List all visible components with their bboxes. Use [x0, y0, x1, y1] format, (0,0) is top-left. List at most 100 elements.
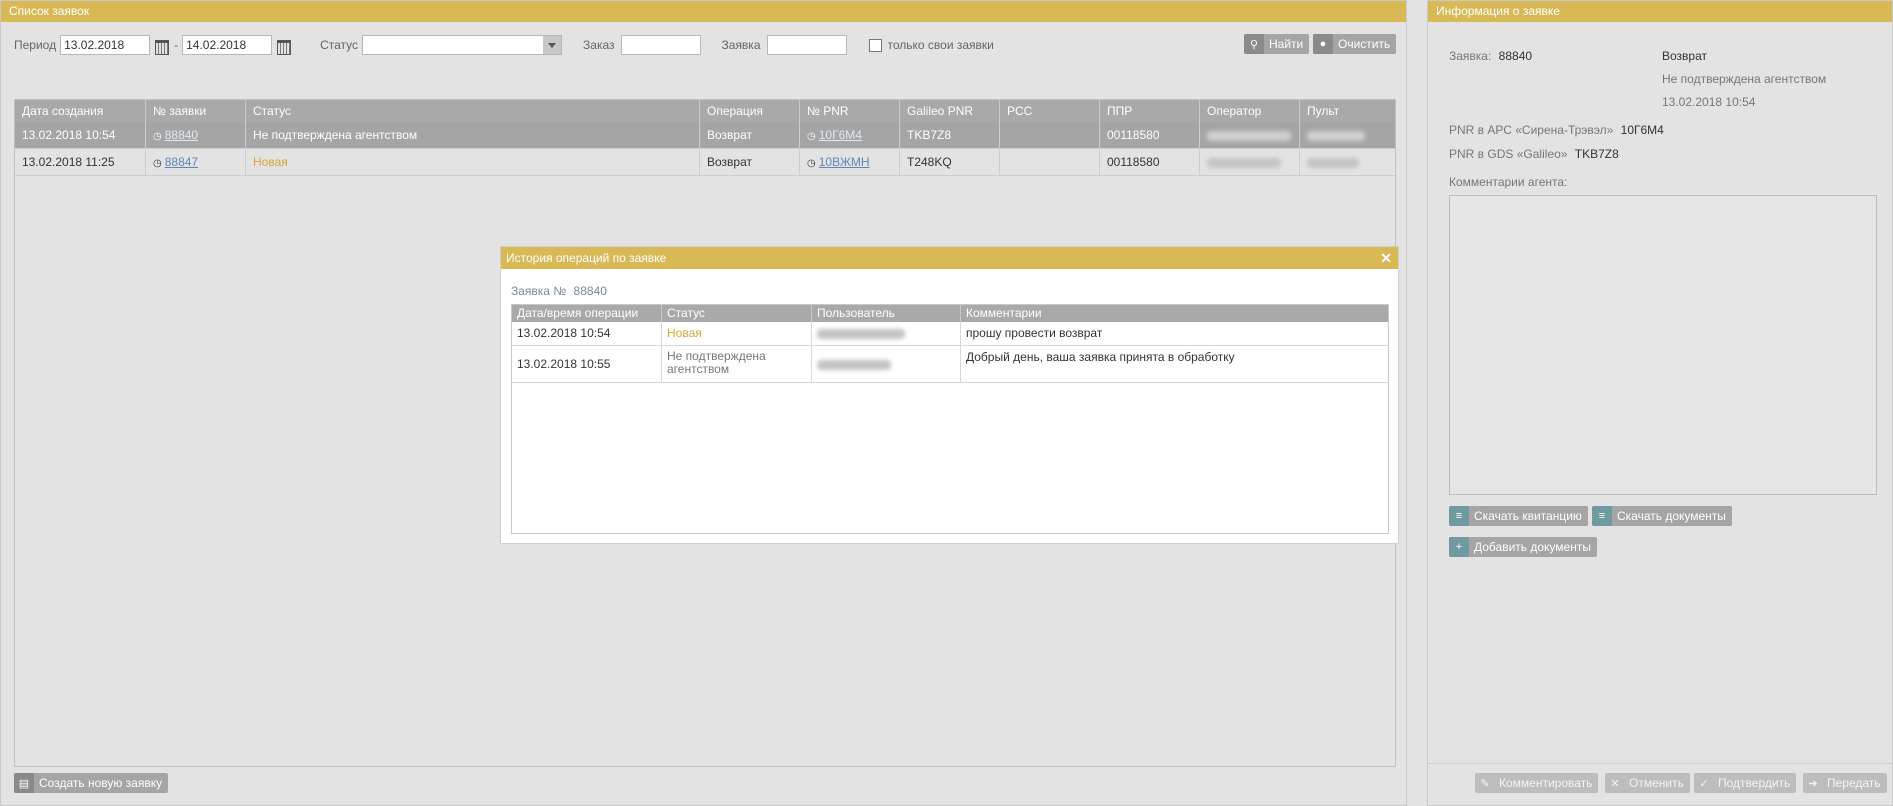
column-header[interactable]: Дата создания	[15, 100, 146, 122]
pnr-link[interactable]: 10Г6М4	[819, 128, 862, 142]
history-subtitle-number: 88840	[573, 284, 607, 298]
cell-operator	[1200, 149, 1300, 175]
column-header[interactable]: PCC	[1000, 100, 1100, 122]
column-header[interactable]: Пользователь	[812, 305, 961, 322]
cell-console	[1300, 149, 1395, 175]
close-icon: ✕	[1610, 777, 1620, 790]
cell-status: Новая	[246, 149, 700, 175]
request-label: Заявка	[721, 38, 761, 52]
period-dash: -	[174, 38, 179, 52]
status-select[interactable]	[362, 35, 563, 55]
info-request-label: Заявка:	[1449, 49, 1492, 63]
info-pnr: PNR в АРС «Сирена-Трэвэл» 10Г6М4	[1449, 123, 1664, 137]
cell-console	[1300, 122, 1395, 148]
confirm-button-label: Подтвердить	[1718, 776, 1791, 790]
cell-user	[812, 346, 961, 382]
info-date: 13.02.2018 10:54	[1662, 95, 1756, 109]
column-header[interactable]: Оператор	[1200, 100, 1300, 122]
column-header[interactable]: ППР	[1100, 100, 1200, 122]
find-button[interactable]: ⚲ Найти	[1244, 34, 1310, 54]
list-icon: ≡	[1592, 506, 1612, 526]
cancel-button[interactable]: ✕ Отменить	[1605, 773, 1690, 793]
cell-number: ◷ 88847	[146, 149, 246, 175]
table-header: Дата создания № заявки Статус Операция №…	[15, 100, 1395, 122]
column-header[interactable]: Galileo PNR	[900, 100, 1000, 122]
column-header[interactable]: Статус	[662, 305, 812, 322]
column-header[interactable]: Пульт	[1300, 100, 1395, 122]
document-icon: ▤	[14, 773, 34, 793]
cell-galileo: TKB7Z8	[900, 122, 1000, 148]
transfer-button[interactable]: ➜ Передать	[1803, 773, 1887, 793]
blurred-operator	[1207, 130, 1291, 141]
table-row[interactable]: 13.02.2018 10:54 ◷ 88840 Не подтверждена …	[15, 122, 1395, 149]
blurred-user	[817, 328, 905, 339]
info-request: Заявка: 88840	[1449, 49, 1532, 63]
date-to-input[interactable]	[182, 35, 273, 55]
request-input[interactable]	[766, 35, 847, 55]
clock-icon[interactable]: ◷	[153, 131, 162, 142]
request-info-panel: Информация о заявке Заявка: 88840 Возвра…	[1427, 0, 1893, 806]
blurred-operator	[1207, 157, 1281, 168]
request-number-link[interactable]: 88840	[165, 128, 198, 142]
clear-button-label: Очистить	[1338, 37, 1391, 51]
close-icon[interactable]: ✕	[1380, 247, 1392, 269]
check-icon: ✓	[1699, 777, 1709, 790]
find-button-label: Найти	[1269, 37, 1304, 51]
blurred-user	[817, 359, 891, 370]
clock-icon[interactable]: ◷	[807, 131, 816, 142]
history-modal: История операций по заявке ✕ Заявка № 88…	[500, 246, 1399, 544]
pnr-link[interactable]: 10ВЖМН	[819, 155, 870, 169]
info-status: Не подтверждена агентством	[1662, 72, 1827, 86]
chevron-down-icon[interactable]	[543, 36, 562, 54]
add-docs-button[interactable]: + Добавить документы	[1449, 537, 1597, 557]
cell-user	[812, 322, 961, 345]
history-table: Дата/время операции Статус Пользователь …	[511, 304, 1389, 534]
info-request-number: 88840	[1498, 49, 1533, 63]
cell-operation: Возврат	[700, 122, 800, 148]
info-gds-label: PNR в GDS «Galileo»	[1449, 147, 1568, 161]
cancel-button-label: Отменить	[1629, 776, 1684, 790]
column-header[interactable]: Комментарии	[961, 305, 1388, 322]
history-table-header: Дата/время операции Статус Пользователь …	[512, 305, 1388, 322]
date-from-input[interactable]	[60, 35, 151, 55]
clock-icon[interactable]: ◷	[807, 158, 816, 169]
download-receipt-button[interactable]: ≡ Скачать квитанцию	[1449, 506, 1588, 526]
column-header[interactable]: Операция	[700, 100, 800, 122]
calendar-icon[interactable]	[152, 36, 170, 55]
download-docs-button[interactable]: ≡ Скачать документы	[1592, 506, 1732, 526]
order-input[interactable]	[620, 35, 701, 55]
clear-button[interactable]: ● Очистить	[1313, 34, 1397, 54]
request-number-link[interactable]: 88847	[165, 155, 198, 169]
eraser-icon: ●	[1313, 34, 1333, 54]
comment-button[interactable]: ✎ Комментировать	[1475, 773, 1599, 793]
cell-ppr: 00118580	[1100, 149, 1200, 175]
add-docs-label: Добавить документы	[1474, 540, 1591, 554]
column-header[interactable]: № PNR	[800, 100, 900, 122]
cell-created: 13.02.2018 10:54	[15, 122, 146, 148]
column-header[interactable]: Дата/время операции	[512, 305, 662, 322]
clock-icon[interactable]: ◷	[153, 158, 162, 169]
table-row[interactable]: 13.02.2018 11:25 ◷ 88847 Новая Возврат ◷ 1…	[15, 149, 1395, 176]
history-subtitle-label: Заявка №	[511, 284, 567, 298]
calendar-icon[interactable]	[274, 36, 292, 55]
agent-comments-textarea[interactable]	[1449, 195, 1877, 495]
footer-divider	[1428, 763, 1892, 764]
history-modal-title: История операций по заявке	[501, 247, 1398, 269]
own-only-checkbox[interactable]	[868, 38, 882, 52]
search-icon: ⚲	[1244, 34, 1264, 54]
info-pnr-label: PNR в АРС «Сирена-Трэвэл»	[1449, 123, 1614, 137]
request-list-title: Список заявок	[1, 1, 1406, 22]
create-request-button[interactable]: ▤ Создать новую заявку	[14, 773, 169, 793]
history-row[interactable]: 13.02.2018 10:54 Новая прошу провести во…	[512, 322, 1388, 346]
column-header[interactable]: Статус	[246, 100, 700, 122]
cell-pnr: ◷ 10ВЖМН	[800, 149, 900, 175]
cell-comment: Добрый день, ваша заявка принята в обраб…	[966, 350, 1235, 364]
confirm-button[interactable]: ✓ Подтвердить	[1694, 773, 1797, 793]
history-row[interactable]: 13.02.2018 10:55 Не подтверждена агентст…	[512, 346, 1388, 383]
cell-comment: прошу провести возврат	[966, 326, 1103, 340]
info-gds-value: TKB7Z8	[1574, 147, 1619, 161]
column-header[interactable]: № заявки	[146, 100, 246, 122]
cell-pcc	[1000, 149, 1100, 175]
cell-status: Не подтверждена агентством	[246, 122, 700, 148]
filter-bar: Период - Статус Заказ Заявка только свои…	[14, 35, 994, 55]
